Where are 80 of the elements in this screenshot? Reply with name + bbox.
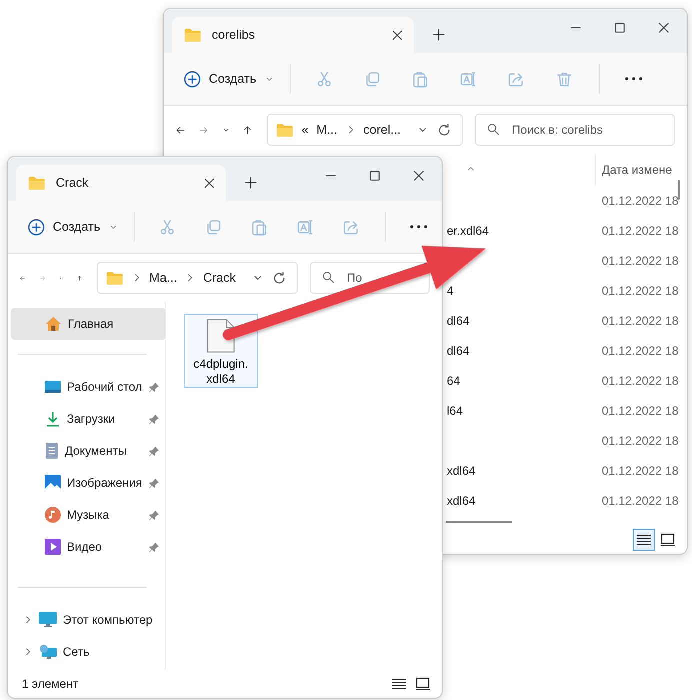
- plus-circle-icon: [28, 218, 45, 236]
- close-tab-icon[interactable]: [391, 28, 404, 42]
- monitor-icon: [39, 612, 57, 628]
- folder-icon: [106, 270, 124, 286]
- modified-date: 01.12.2022 18: [602, 254, 679, 268]
- sidebar-item[interactable]: Рабочий стол: [11, 371, 166, 403]
- close-icon[interactable]: [657, 21, 671, 35]
- create-button[interactable]: Создать: [178, 66, 280, 92]
- scrollbar-thumb[interactable]: [678, 180, 680, 200]
- address-bar[interactable]: « M... corel...: [266, 114, 464, 146]
- close-tab-icon[interactable]: [203, 176, 216, 190]
- file-name[interactable]: xdl64: [447, 464, 476, 478]
- file-name[interactable]: 4: [447, 284, 454, 298]
- file-name[interactable]: dl64: [447, 344, 470, 358]
- sidebar-item[interactable]: Главная: [11, 308, 166, 340]
- modified-date: 01.12.2022 18: [602, 494, 679, 508]
- network-icon: [39, 644, 57, 660]
- search-field[interactable]: Поиск в: corelibs: [475, 114, 676, 146]
- document-icon: [45, 443, 59, 459]
- item-count: 1 элемент: [22, 677, 79, 691]
- breadcrumb[interactable]: M...: [316, 123, 338, 137]
- file-name[interactable]: er.xdl64: [447, 224, 490, 238]
- video-icon: [45, 539, 61, 555]
- modified-date: 01.12.2022 18: [602, 404, 679, 418]
- sidebar-item[interactable]: Сеть: [11, 636, 166, 668]
- file-name[interactable]: dl64: [447, 314, 470, 328]
- modified-date: 01.12.2022 18: [602, 464, 679, 478]
- breadcrumb[interactable]: corel...: [364, 123, 402, 137]
- refresh-icon[interactable]: [437, 122, 452, 138]
- music-icon: [45, 507, 61, 523]
- more-icon[interactable]: [410, 225, 428, 229]
- more-icon[interactable]: [624, 77, 643, 81]
- modified-date: 01.12.2022 18: [602, 284, 679, 298]
- modified-date: 01.12.2022 18: [602, 314, 679, 328]
- download-icon: [45, 411, 61, 427]
- sidebar-item[interactable]: Этот компьютер: [11, 604, 166, 636]
- desktop-icon: [45, 380, 61, 394]
- overflow-mark[interactable]: «: [302, 123, 309, 137]
- new-tab-icon[interactable]: [244, 176, 258, 190]
- breadcrumb[interactable]: Crack: [203, 271, 236, 285]
- pin-icon[interactable]: [149, 446, 160, 456]
- search-icon: [487, 123, 500, 136]
- maximize-icon[interactable]: [368, 169, 382, 183]
- pin-icon[interactable]: [149, 478, 160, 488]
- picture-icon: [45, 475, 61, 491]
- details-view-button[interactable]: [633, 529, 655, 551]
- maximize-icon[interactable]: [613, 21, 627, 35]
- create-button[interactable]: Создать: [22, 214, 124, 240]
- folder-icon: [28, 176, 46, 190]
- folder-tab[interactable]: Crack: [16, 165, 226, 201]
- pin-icon[interactable]: [149, 382, 160, 392]
- pin-icon[interactable]: [149, 510, 160, 520]
- file-name[interactable]: xdl64: [447, 494, 476, 508]
- modified-date: 01.12.2022 18: [602, 434, 679, 448]
- folder-icon: [276, 122, 294, 138]
- sidebar-item[interactable]: Загрузки: [11, 403, 166, 435]
- close-icon[interactable]: [412, 169, 426, 183]
- modified-date: 01.12.2022 18: [602, 374, 679, 388]
- refresh-icon[interactable]: [272, 270, 287, 286]
- file-name[interactable]: 64: [447, 374, 460, 388]
- breadcrumb[interactable]: Ma...: [150, 271, 178, 285]
- sidebar-item[interactable]: Изображения: [11, 467, 166, 499]
- pin-icon[interactable]: [149, 542, 160, 552]
- new-tab-icon[interactable]: [432, 28, 446, 42]
- home-icon: [45, 316, 62, 332]
- scrollbar-thumb[interactable]: [446, 521, 512, 523]
- modified-date: 01.12.2022 18: [602, 224, 679, 238]
- search-icon: [322, 271, 335, 284]
- file-name[interactable]: l64: [447, 404, 464, 418]
- folder-icon: [184, 28, 202, 42]
- pin-icon[interactable]: [149, 414, 160, 424]
- modified-date: 01.12.2022 18: [602, 344, 679, 358]
- modified-date: 01.12.2022 18: [602, 194, 679, 208]
- address-bar[interactable]: Ma... Crack: [96, 262, 298, 294]
- sidebar-item[interactable]: Музыка: [11, 499, 166, 531]
- sidebar-item[interactable]: Видео: [11, 531, 166, 563]
- folder-tab[interactable]: corelibs: [172, 17, 414, 53]
- plus-circle-icon: [184, 70, 201, 88]
- sidebar-item[interactable]: Документы: [11, 435, 166, 467]
- file-item[interactable]: c4dplugin. xdl64: [184, 314, 258, 388]
